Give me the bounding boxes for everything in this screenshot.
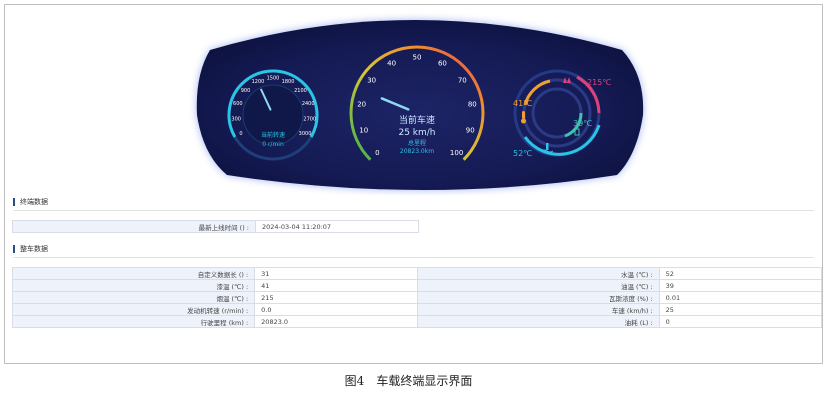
fuel-consumption-label: 油耗 (L) : [416, 315, 660, 328]
terminal-divider [13, 210, 814, 211]
paint-temp-label: 漆温 (℃) : [11, 279, 256, 292]
vehicle-section-title: 整车数据 [13, 245, 48, 253]
mileage-label: 行驶里程 (km) : [11, 315, 256, 328]
rpm-tick-label: 600 [233, 101, 243, 107]
odometer-value: 20823.0km [400, 148, 434, 155]
vehicle-divider [13, 257, 814, 258]
last-online-value: 2024-03-04 11:20:07 [255, 220, 419, 233]
custom-length-value: 31 [254, 267, 418, 280]
mileage-cell: 20823.0 [254, 315, 418, 328]
rpm-tick-label: 2400 [302, 101, 315, 107]
speed-tick-label: 40 [387, 59, 396, 67]
speed-tick-label: 100 [450, 149, 463, 157]
rpm-value: 0 r/min [262, 141, 284, 148]
water-temp-cell: 52 [658, 267, 823, 280]
rpm-label: 当前转速 [261, 131, 285, 139]
fuel-temp-value: 39℃ [573, 119, 592, 128]
table-row: 自定义数据长 () : 31 水温 (℃) : 52 [11, 267, 823, 280]
custom-length-label: 自定义数据长 () : [11, 267, 256, 280]
speed-tick-label: 70 [458, 76, 467, 84]
rpm-tick-label: 2700 [303, 117, 316, 123]
water-temp-value: 52℃ [513, 149, 532, 158]
page-frame: 0 300 600 900 1200 1500 1800 2100 2400 2700 3000 当… [4, 4, 823, 364]
terminal-section-title: 终端数据 [13, 198, 48, 206]
table-row: 烟温 (℃) : 215 瓦斯浓度 (%) : 0.01 [11, 291, 823, 304]
engine-rpm-cell: 0.0 [254, 303, 418, 316]
vehicle-table: 自定义数据长 () : 31 水温 (℃) : 52 漆温 (℃) : 41 油… [11, 267, 823, 328]
figure-text: 车载终端显示界面 [376, 374, 473, 388]
water-temp-label: 水温 (℃) : [416, 267, 660, 280]
smoke-temp-label: 烟温 (℃) : [11, 291, 256, 304]
table-row: 行驶里程 (km) : 20823.0 油耗 (L) : 0 [11, 315, 823, 328]
rpm-tick-label: 1500 [267, 76, 280, 82]
rpm-tick-label: 1200 [252, 79, 265, 85]
speed-value: 25 km/h [398, 128, 435, 138]
speed-tick-label: 80 [468, 101, 477, 109]
terminal-table: 最新上线时间 () : 2024-03-04 11:20:07 [12, 220, 419, 233]
smoke-temp-cell: 215 [254, 291, 418, 304]
oil-temp-label: 油温 (℃) : [416, 279, 660, 292]
vehicle-speed-label: 车速 (km/h) : [416, 303, 660, 316]
rpm-tick-label: 2100 [294, 88, 307, 94]
speed-tick-label: 10 [359, 127, 368, 135]
speed-tick-label: 0 [375, 149, 379, 157]
rpm-tick-label: 0 [239, 131, 242, 137]
gas-concentration-cell: 0.01 [658, 291, 823, 304]
last-online-label: 最新上线时间 () : [12, 220, 256, 233]
oil-temp-cell: 39 [658, 279, 823, 292]
vehicle-speed-cell: 25 [658, 303, 823, 316]
figure-caption: 图4 车载终端显示界面 [0, 372, 829, 389]
engine-rpm-label: 发动机转速 (r/min) : [11, 303, 256, 316]
rpm-tick-label: 300 [231, 117, 241, 123]
table-row: 发动机转速 (r/min) : 0.0 车速 (km/h) : 25 [11, 303, 823, 316]
table-row: 最新上线时间 () : 2024-03-04 11:20:07 [12, 220, 419, 233]
rpm-tick-label: 3000 [299, 131, 312, 137]
speed-label: 当前车速 [399, 114, 435, 126]
dashboard-panel: 03006009001200150018002100240027003000 当… [196, 20, 644, 190]
speed-tick-label: 90 [466, 127, 475, 135]
speed-tick-label: 60 [438, 59, 447, 67]
rpm-tick-label: 900 [241, 88, 251, 94]
exhaust-temp-value: 215℃ [587, 78, 611, 87]
paint-temp-cell: 41 [254, 279, 418, 292]
fuel-consumption-cell: 0 [658, 315, 823, 328]
table-row: 漆温 (℃) : 41 油温 (℃) : 39 [11, 279, 823, 292]
speed-tick-label: 50 [413, 53, 422, 61]
odometer-label: 总里程 [408, 139, 426, 147]
figure-number: 图4 [344, 374, 365, 388]
rpm-tick-label: 1800 [282, 79, 295, 85]
speed-tick-label: 30 [367, 76, 376, 84]
gas-concentration-label: 瓦斯浓度 (%) : [416, 291, 660, 304]
speed-tick-label: 20 [357, 101, 366, 109]
oil-temp-value: 41℃ [513, 99, 532, 108]
